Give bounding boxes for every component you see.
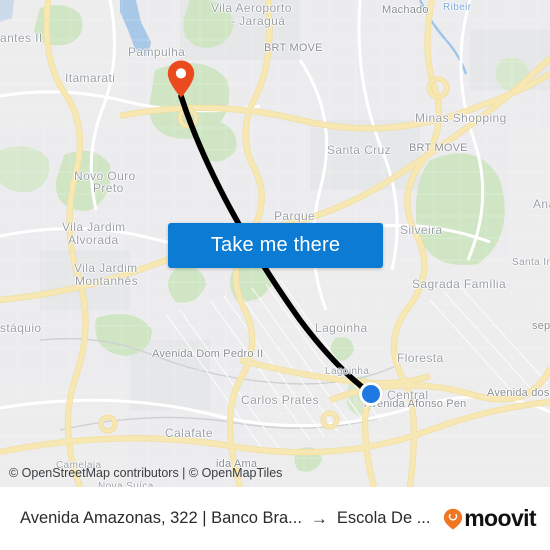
destination-dot[interactable] — [359, 382, 383, 406]
route-summary: Avenida Amazonas, 322 | Banco Bra... → E… — [20, 509, 435, 528]
destination-label: Escola De ... — [336, 509, 431, 527]
take-me-there-button[interactable]: Take me there — [168, 223, 383, 268]
origin-label: Avenida Amazonas, 322 | Banco Bra... — [20, 509, 302, 527]
moovit-wordmark: moovit — [464, 505, 536, 531]
moovit-map-screen: .minor { stroke:#ffffff; stroke-width:1.… — [0, 0, 550, 550]
origin-pin[interactable] — [167, 60, 195, 98]
route-footer-bar: Avenida Amazonas, 322 | Banco Bra... → E… — [0, 487, 550, 550]
map-attribution[interactable]: © OpenStreetMap contributors | © OpenMap… — [9, 466, 282, 480]
moovit-logo[interactable]: moovit — [443, 505, 537, 531]
arrow-right-icon: → — [310, 509, 328, 528]
moovit-pin-icon — [443, 508, 463, 530]
map-canvas[interactable]: .minor { stroke:#ffffff; stroke-width:1.… — [0, 0, 550, 487]
